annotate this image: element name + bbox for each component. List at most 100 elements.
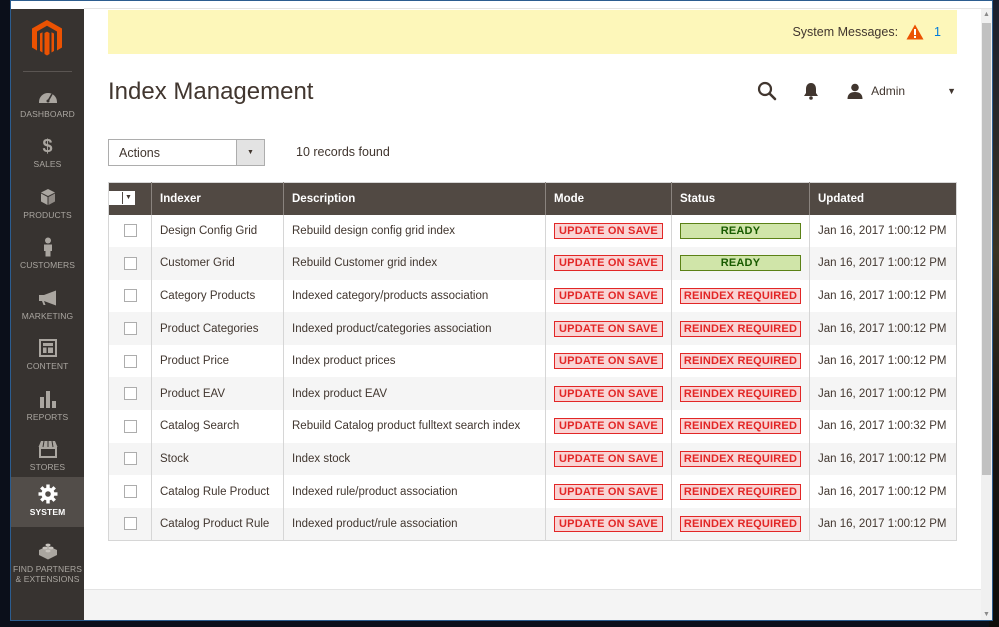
mode-badge: UPDATE ON SAVE (554, 418, 663, 435)
notifications-bell-icon[interactable] (803, 82, 819, 100)
mode-badge: UPDATE ON SAVE (554, 515, 663, 532)
column-header-description[interactable]: Description (283, 182, 546, 215)
magento-logo[interactable] (31, 19, 63, 57)
updated-cell: Jan 16, 2017 1:00:12 PM (809, 507, 957, 541)
page-footer (84, 589, 982, 620)
status-badge: REINDEX REQUIRED (680, 418, 801, 435)
table-row[interactable]: Product Categories Indexed product/catego… (108, 312, 957, 345)
row-checkbox[interactable] (123, 354, 137, 368)
sidebar-item-label: STORES (29, 462, 66, 472)
updated-cell: Jan 16, 2017 1:00:12 PM (809, 312, 957, 345)
indexer-cell: Stock (151, 442, 284, 476)
column-header-mode[interactable]: Mode (545, 182, 672, 215)
table-row[interactable]: Design Config Grid Rebuild design config … (108, 214, 957, 248)
table-row[interactable]: Product Price Index product prices UPDATE … (108, 344, 957, 378)
scroll-up-arrow-icon[interactable]: ▲ (981, 9, 992, 21)
row-select-cell (108, 475, 152, 508)
sidebar-item-system[interactable]: SYSTEM (11, 477, 84, 527)
status-badge: REINDEX REQUIRED (680, 385, 801, 402)
sidebar-item-reports[interactable]: REPORTS (11, 382, 84, 432)
column-header-updated[interactable]: Updated (809, 182, 957, 215)
row-select-cell (108, 507, 152, 541)
row-checkbox[interactable] (123, 322, 137, 336)
table-row[interactable]: Product EAV Index product EAV UPDATE ON SA… (108, 377, 957, 411)
column-header-status[interactable]: Status (671, 182, 810, 215)
mode-badge: UPDATE ON SAVE (554, 287, 663, 304)
person-icon (38, 237, 58, 257)
browser-window: DASHBOARD $ SALES PRODUCTS CUSTOMERS MAR… (10, 0, 993, 621)
status-cell: REINDEX REQUIRED (671, 442, 810, 476)
row-checkbox[interactable] (123, 289, 137, 303)
actions-dropdown[interactable]: Actions ▼ (108, 139, 265, 166)
browser-top-strip (84, 1, 992, 9)
updated-cell: Jan 16, 2017 1:00:12 PM (809, 442, 957, 476)
row-checkbox[interactable] (123, 419, 137, 433)
header-actions: Admin ▼ (757, 81, 956, 101)
sidebar-item-sales[interactable]: $ SALES (11, 129, 84, 179)
mass-select-dropdown[interactable]: ▼ (109, 190, 135, 205)
indexer-cell: Customer Grid (151, 247, 284, 280)
row-checkbox[interactable] (123, 387, 137, 401)
system-messages-count[interactable]: 1 (934, 25, 941, 39)
scroll-down-arrow-icon[interactable]: ▼ (981, 609, 992, 620)
warning-icon[interactable] (906, 24, 924, 40)
status-badge: REINDEX REQUIRED (680, 483, 801, 500)
indexer-cell: Category Products (151, 279, 284, 313)
scrollbar-thumb[interactable] (982, 23, 991, 475)
sidebar-item-content[interactable]: CONTENT (11, 331, 84, 381)
page-title: Index Management (108, 78, 314, 105)
table-row[interactable]: Catalog Rule Product Indexed rule/product… (108, 475, 957, 508)
row-select-cell (108, 344, 152, 378)
mode-cell: UPDATE ON SAVE (545, 344, 672, 378)
vertical-scrollbar[interactable]: ▲ ▼ (981, 9, 992, 620)
description-cell: Rebuild design config grid index (283, 214, 546, 248)
status-badge: REINDEX REQUIRED (680, 515, 801, 532)
mode-badge: UPDATE ON SAVE (554, 255, 663, 272)
row-select-cell (108, 410, 152, 443)
sidebar-item-products[interactable]: PRODUCTS (11, 180, 84, 230)
status-badge: READY (680, 255, 801, 272)
sidebar-item-customers[interactable]: CUSTOMERS (11, 230, 84, 280)
row-checkbox[interactable] (123, 517, 137, 531)
status-badge: READY (680, 222, 801, 239)
mode-cell: UPDATE ON SAVE (545, 279, 672, 313)
sidebar-item-label: REPORTS (26, 412, 69, 422)
updated-cell: Jan 16, 2017 1:00:12 PM (809, 279, 957, 313)
status-cell: REINDEX REQUIRED (671, 475, 810, 508)
sidebar-item-find-partners[interactable]: FIND PARTNERS & EXTENSIONS (11, 534, 84, 589)
sidebar-item-stores[interactable]: STORES (11, 432, 84, 482)
sidebar-item-dashboard[interactable]: DASHBOARD (11, 79, 84, 129)
chevron-down-icon: ▼ (947, 86, 956, 96)
mode-badge: UPDATE ON SAVE (554, 222, 663, 239)
chevron-down-icon: ▼ (123, 191, 134, 204)
row-checkbox[interactable] (123, 452, 137, 466)
table-row[interactable]: Category Products Indexed category/produc… (108, 279, 957, 313)
status-badge: REINDEX REQUIRED (680, 320, 801, 337)
mode-badge: UPDATE ON SAVE (554, 385, 663, 402)
main-content: System Messages: 1 Index Management Admi… (84, 9, 982, 620)
row-select-cell (108, 442, 152, 476)
table-row[interactable]: Customer Grid Rebuild Customer grid index… (108, 247, 957, 280)
table-row[interactable]: Catalog Product Rule Indexed product/rule… (108, 507, 957, 541)
mode-badge: UPDATE ON SAVE (554, 450, 663, 467)
mode-cell: UPDATE ON SAVE (545, 312, 672, 345)
table-row[interactable]: Stock Index stock UPDATE ON SAVE REINDEX RE… (108, 442, 957, 476)
admin-user-menu[interactable]: Admin ▼ (847, 83, 956, 99)
row-checkbox[interactable] (123, 224, 137, 238)
mass-select-checkbox[interactable] (110, 191, 123, 204)
mode-cell: UPDATE ON SAVE (545, 247, 672, 280)
table-row[interactable]: Catalog Search Rebuild Catalog product fu… (108, 410, 957, 443)
records-count: 10 records found (296, 145, 390, 159)
sidebar-item-label: SYSTEM (29, 507, 66, 517)
mode-cell: UPDATE ON SAVE (545, 475, 672, 508)
status-cell: REINDEX REQUIRED (671, 410, 810, 443)
sidebar-item-label: DASHBOARD (20, 109, 75, 119)
row-checkbox[interactable] (123, 485, 137, 499)
search-icon[interactable] (757, 81, 777, 101)
row-checkbox[interactable] (123, 256, 137, 270)
sidebar-item-marketing[interactable]: MARKETING (11, 281, 84, 331)
mode-cell: UPDATE ON SAVE (545, 507, 672, 541)
indexer-cell: Catalog Search (151, 410, 284, 443)
updated-cell: Jan 16, 2017 1:00:12 PM (809, 377, 957, 411)
column-header-indexer[interactable]: Indexer (151, 182, 284, 215)
